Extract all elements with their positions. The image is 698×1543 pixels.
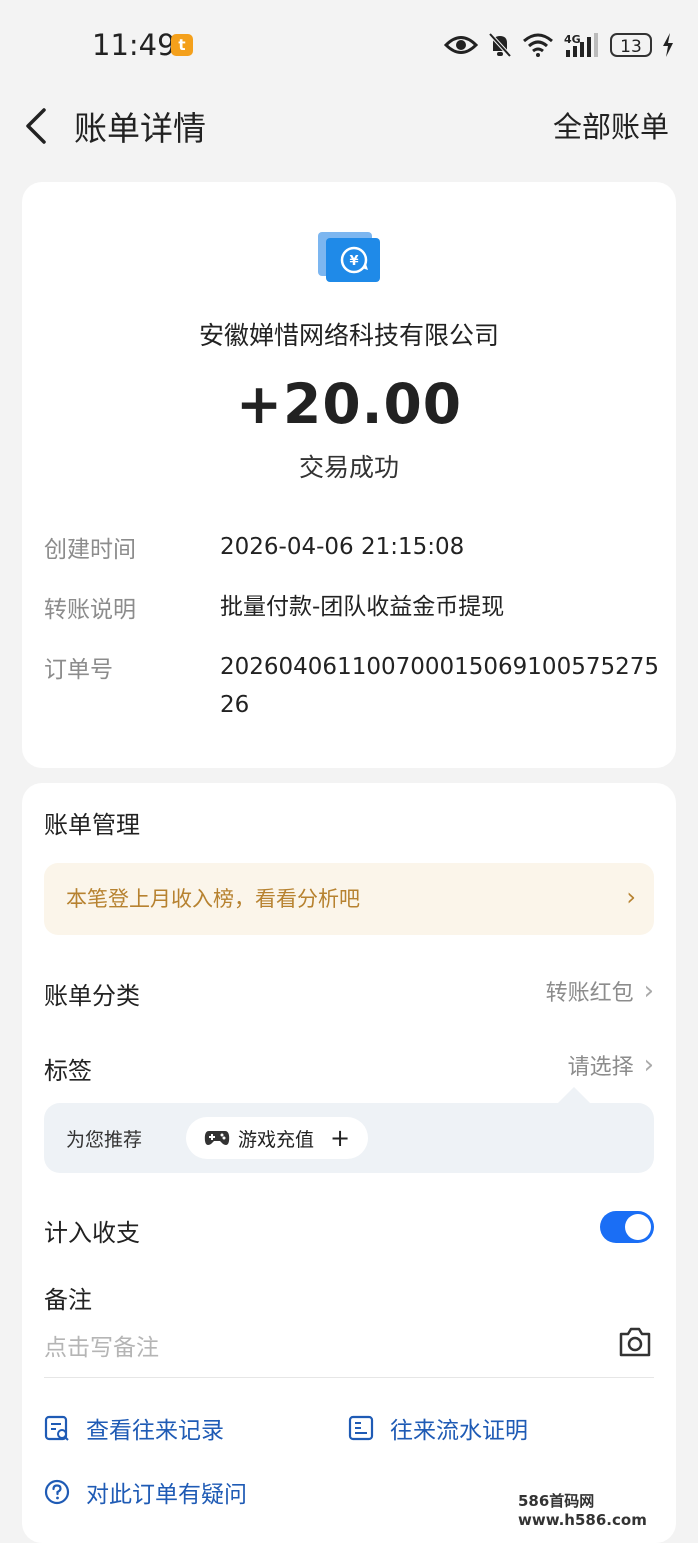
status-icons: 4G 13 bbox=[444, 28, 674, 62]
category-value: 转账红包 bbox=[545, 981, 634, 1006]
recommend-box: 为您推荐 游戏充值 + bbox=[44, 1103, 654, 1173]
all-bills-link[interactable]: 全部账单 bbox=[553, 104, 669, 146]
income-toggle-label: 计入收支 bbox=[44, 1219, 140, 1247]
remark-input[interactable]: 点击写备注 bbox=[44, 1328, 159, 1362]
transaction-amount: +20.00 bbox=[235, 372, 463, 436]
view-history-link[interactable]: 查看往来记录 bbox=[44, 1411, 224, 1445]
transfer-note-value: 批量付款-团队收益金币提现 bbox=[220, 594, 505, 620]
eye-icon bbox=[444, 36, 478, 54]
tag-selector[interactable]: 请选择 › bbox=[568, 1049, 654, 1081]
recommend-label: 为您推荐 bbox=[66, 1129, 143, 1151]
camera-icon[interactable] bbox=[618, 1327, 652, 1357]
plus-icon: + bbox=[330, 1124, 351, 1152]
category-label: 账单分类 bbox=[44, 982, 140, 1010]
divider bbox=[44, 1377, 654, 1378]
income-toggle[interactable] bbox=[600, 1211, 654, 1243]
svg-text:4G: 4G bbox=[564, 33, 581, 46]
back-button[interactable] bbox=[20, 104, 60, 148]
statement-proof-label: 往来流水证明 bbox=[390, 1418, 528, 1444]
order-question-label: 对此订单有疑问 bbox=[86, 1482, 247, 1508]
watermark: 586首码网 www.h586.com bbox=[518, 1492, 647, 1529]
chevron-left-icon bbox=[26, 108, 46, 144]
document-icon bbox=[348, 1415, 374, 1441]
order-number-value[interactable]: 20260406110070001506910057527526 bbox=[220, 648, 660, 724]
battery-icon: 13 bbox=[610, 33, 652, 57]
transaction-status: 交易成功 bbox=[298, 453, 399, 482]
chevron-right-icon: › bbox=[643, 1050, 654, 1080]
transaction-card: ¥ 安徽婵惜网络科技有限公司 +20.00 交易成功 创建时间 2026-04-… bbox=[22, 182, 676, 768]
created-time-label: 创建时间 bbox=[44, 537, 136, 563]
category-selector[interactable]: 转账红包 › bbox=[546, 975, 654, 1007]
gamepad-icon bbox=[204, 1131, 230, 1145]
svg-text:¥: ¥ bbox=[349, 254, 358, 269]
view-history-label: 查看往来记录 bbox=[86, 1418, 224, 1444]
signal-4g-icon: 4G bbox=[564, 33, 598, 57]
order-question-link[interactable]: 对此订单有疑问 bbox=[44, 1475, 247, 1509]
recommend-chip-game-topup[interactable]: 游戏充值 + bbox=[186, 1117, 369, 1159]
created-time-value: 2026-04-06 21:15:08 bbox=[220, 534, 465, 560]
status-bar: 11:49 t 4G 13 bbox=[0, 0, 698, 90]
transfer-icon: ¥ bbox=[318, 232, 380, 282]
question-circle-icon bbox=[44, 1479, 70, 1505]
charging-icon bbox=[663, 33, 673, 57]
toggle-knob bbox=[625, 1214, 651, 1240]
order-number-label: 订单号 bbox=[44, 657, 113, 683]
management-title: 账单管理 bbox=[44, 811, 140, 839]
chevron-right-icon: › bbox=[643, 976, 654, 1006]
income-rank-banner[interactable]: 本笔登上月收入榜，看看分析吧 › bbox=[44, 863, 654, 935]
tag-value: 请选择 bbox=[567, 1055, 634, 1080]
bill-management-card: 账单管理 本笔登上月收入榜，看看分析吧 › 账单分类 转账红包 › 标签 请选择… bbox=[22, 783, 676, 1543]
bell-off-icon bbox=[488, 32, 512, 58]
merchant-name: 安徽婵惜网络科技有限公司 bbox=[198, 321, 499, 350]
tag-label: 标签 bbox=[44, 1057, 92, 1085]
remark-label: 备注 bbox=[44, 1286, 92, 1314]
record-list-icon bbox=[44, 1415, 69, 1441]
promo-text: 本笔登上月收入榜，看看分析吧 bbox=[66, 887, 360, 911]
wifi-icon bbox=[523, 33, 553, 57]
recommend-chip-label: 游戏充值 bbox=[238, 1128, 315, 1151]
status-time: 11:49 bbox=[92, 28, 176, 62]
notification-badge: t bbox=[171, 34, 193, 56]
recommend-notch bbox=[558, 1087, 590, 1103]
page-title: 账单详情 bbox=[74, 109, 206, 148]
statement-proof-link[interactable]: 往来流水证明 bbox=[348, 1411, 528, 1445]
transfer-note-label: 转账说明 bbox=[44, 597, 136, 623]
chevron-right-icon: › bbox=[626, 883, 636, 911]
